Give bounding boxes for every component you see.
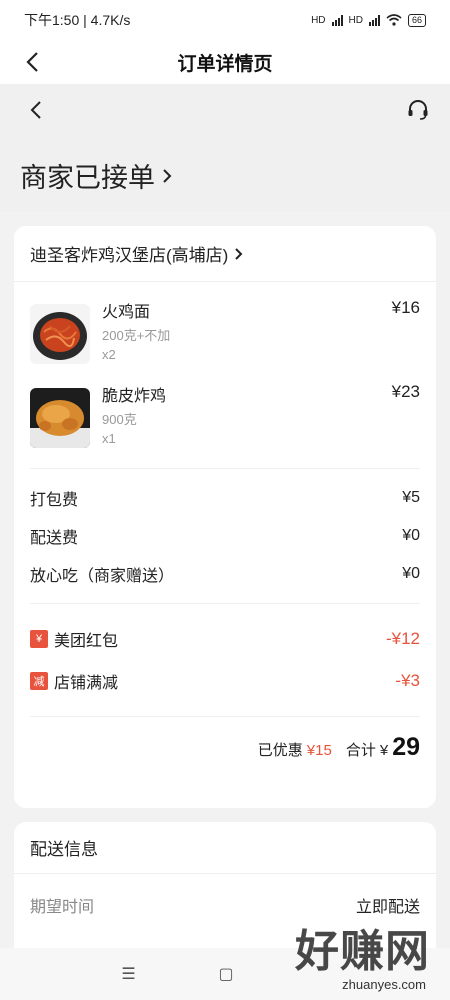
item-info: 火鸡面 200克+不加 x2 [102, 296, 170, 380]
item-price: ¥16 [391, 298, 420, 317]
item-info: 脆皮炸鸡 900克 x1 [102, 380, 166, 464]
item-spec: 900克 [102, 412, 137, 427]
customer-service-button[interactable] [404, 96, 432, 124]
item-name: 火鸡面 [102, 304, 151, 321]
chevron-right-icon [163, 168, 172, 183]
fee-value: ¥5 [402, 489, 420, 506]
saved-label: 已优惠 [257, 742, 303, 759]
item-quantity: x1 [102, 431, 116, 446]
fee-row-delivery: 配送费 ¥0 [30, 517, 420, 555]
fee-row-insurance: 放心吃（商家赠送） ¥0 [30, 555, 420, 593]
signal-icon-2 [368, 14, 380, 26]
item-quantity: x2 [102, 347, 116, 362]
list-item[interactable]: 脆皮炸鸡 900克 x1 ¥23 [30, 380, 420, 464]
reduction-tag-icon: 减 [30, 672, 48, 690]
expected-time-label: 期望时间 [30, 899, 95, 916]
network-label-1: HD [311, 14, 326, 26]
discount-list: ¥ 美团红包 -¥12 减 店铺满减 -¥3 [14, 604, 436, 716]
chevron-right-icon [235, 247, 243, 260]
item-price: ¥23 [391, 382, 420, 401]
fee-list: 打包费 ¥5 配送费 ¥0 放心吃（商家赠送） ¥0 [14, 469, 436, 603]
total-label: 合计 [345, 742, 376, 759]
back-button[interactable] [18, 48, 46, 76]
home-square-icon[interactable]: ▢ [218, 964, 233, 984]
fee-label: 配送费 [30, 530, 79, 547]
discount-row-redpacket: ¥ 美团红包 -¥12 [30, 618, 420, 660]
fee-label: 放心吃（商家赠送） [30, 568, 175, 585]
fee-value: ¥0 [402, 565, 420, 582]
fee-value: ¥0 [402, 527, 420, 544]
discount-label: 店铺满减 [54, 675, 119, 692]
item-image-noodles [30, 304, 90, 364]
secondary-back-button[interactable] [22, 96, 50, 124]
page-title: 订单详情页 [177, 53, 273, 75]
network-label-2: HD [348, 14, 363, 26]
discount-value: -¥3 [395, 671, 420, 690]
order-status-text: 商家已接单 [20, 163, 155, 193]
shop-name: 迪圣客炸鸡汉堡店(高埔店) [30, 246, 229, 265]
item-list: 火鸡面 200克+不加 x2 ¥16 脆皮炸鸡 900克 x1 ¥23 [14, 282, 436, 464]
wifi-icon [386, 14, 402, 26]
saved-value: ¥15 [306, 742, 332, 759]
watermark-url: zhuanyes.com [342, 977, 426, 992]
status-bar: 下午1:50 | 4.7K/s HD HD 66 [0, 0, 450, 40]
order-card: 迪圣客炸鸡汉堡店(高埔店) 火鸡面 200克+不加 x2 ¥16 脆皮炸鸡 90… [14, 226, 436, 808]
order-status-section: 商家已接单 [0, 84, 450, 212]
signal-icon [331, 14, 343, 26]
red-packet-tag-icon: ¥ [30, 630, 48, 648]
battery-icon: 66 [407, 13, 426, 27]
discount-row-shop: 减 店铺满减 -¥3 [30, 660, 420, 702]
watermark-logo: 好赚网 [295, 927, 430, 976]
status-icons: HD HD 66 [311, 13, 426, 27]
status-time: 下午1:50 | 4.7K/s [24, 12, 131, 28]
item-spec: 200克+不加 [102, 328, 171, 343]
fee-row-packing: 打包费 ¥5 [30, 479, 420, 517]
discount-value: -¥12 [385, 629, 420, 648]
back-icon [26, 52, 38, 72]
app-header: 订单详情页 [0, 40, 450, 84]
total-currency: ¥ [379, 742, 389, 759]
shop-row[interactable]: 迪圣客炸鸡汉堡店(高埔店) [14, 226, 436, 282]
fee-label: 打包费 [30, 492, 79, 509]
discount-label: 美团红包 [54, 633, 119, 650]
headset-icon [408, 100, 428, 120]
total-value: 29 [392, 733, 420, 761]
item-name: 脆皮炸鸡 [102, 388, 167, 405]
item-image-fried-chicken [30, 388, 90, 448]
order-status[interactable]: 商家已接单 [20, 156, 173, 195]
list-item[interactable]: 火鸡面 200克+不加 x2 ¥16 [30, 296, 420, 380]
delivery-title: 配送信息 [14, 822, 436, 874]
menu-icon[interactable]: ☰ [121, 964, 135, 984]
expected-time-value: 立即配送 [355, 899, 420, 916]
back-icon [30, 101, 41, 119]
total-row: 已优惠 ¥15 合计 ¥ 29 [14, 717, 436, 778]
